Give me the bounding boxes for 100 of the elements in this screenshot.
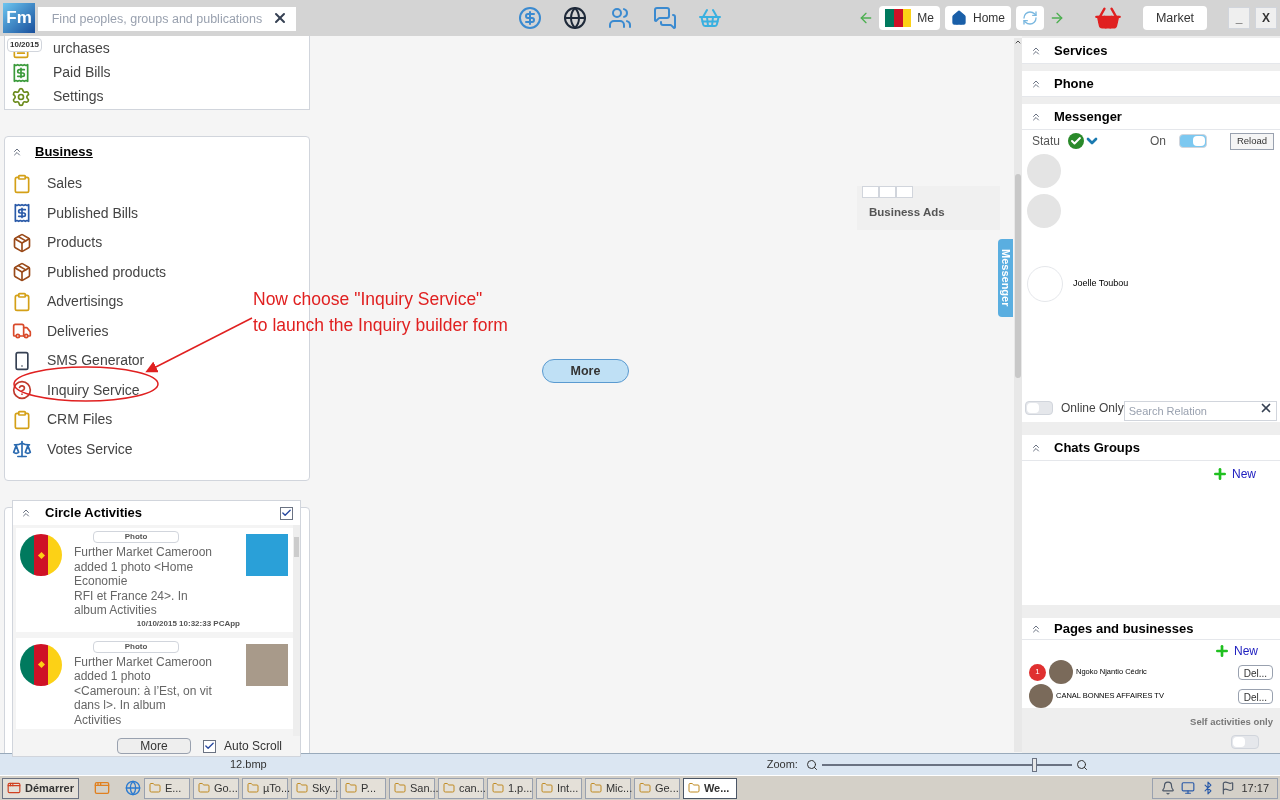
settings-icon bbox=[11, 86, 31, 107]
delete-button[interactable]: Del... bbox=[1237, 664, 1273, 680]
phone-icon bbox=[12, 350, 32, 371]
taskbar-button[interactable]: Mic... bbox=[584, 777, 631, 799]
file-name: 12.bmp bbox=[230, 757, 267, 773]
photo-placeholder bbox=[1029, 684, 1053, 708]
app-icon bbox=[687, 782, 700, 794]
post-time: 10/10/2015 10:32:33 PCApp bbox=[136, 617, 240, 630]
sync-button[interactable] bbox=[1016, 6, 1044, 30]
business-menu-item[interactable]: Inquiry Service bbox=[47, 379, 140, 401]
app-icon bbox=[589, 782, 602, 794]
nav-button[interactable]: Me bbox=[879, 6, 940, 30]
app-icon bbox=[148, 782, 161, 794]
status-toggle[interactable] bbox=[1179, 134, 1208, 148]
menu-item[interactable]: Settings bbox=[53, 86, 104, 107]
forward-arrow-icon[interactable] bbox=[1049, 10, 1065, 26]
bill-icon bbox=[11, 62, 31, 83]
post-text: Further Market Cameroon added 1 photo <Home Economie RFI et France 24>. In album Activities bbox=[74, 545, 214, 618]
auto-scroll-checkbox[interactable] bbox=[203, 739, 216, 753]
new-group-link[interactable]: New bbox=[1212, 465, 1256, 483]
scroll-up-icon[interactable] bbox=[1014, 38, 1022, 46]
taskbar-button[interactable]: Ge... bbox=[633, 777, 680, 799]
menu-item[interactable]: urchases bbox=[53, 38, 110, 59]
check-icon[interactable] bbox=[1068, 133, 1085, 149]
app-icon bbox=[540, 782, 553, 794]
taskbar-button[interactable]: E... bbox=[143, 777, 190, 799]
taskbar-button[interactable]: µTo... bbox=[241, 777, 288, 799]
online-only-toggle[interactable] bbox=[1025, 401, 1053, 415]
relation-search-field[interactable]: Search Relation bbox=[1123, 401, 1277, 421]
reload-button[interactable]: Reload bbox=[1229, 132, 1274, 150]
flag-avatar bbox=[20, 534, 62, 576]
search-field[interactable]: Find peoples, groups and publications bbox=[38, 7, 296, 31]
taskbar-button[interactable]: Sky... bbox=[290, 777, 337, 799]
taskbar-button[interactable]: Int... bbox=[535, 777, 582, 799]
section-title: Circle Activities bbox=[45, 504, 143, 523]
date-badge: 10/2015 bbox=[7, 38, 42, 52]
menu-item[interactable]: Paid Bills bbox=[53, 62, 111, 83]
section-title: Pages and businesses bbox=[1054, 619, 1194, 638]
post-tag: Photo bbox=[93, 640, 179, 653]
scrollbar-thumb[interactable] bbox=[294, 537, 299, 557]
box-icon bbox=[12, 232, 32, 253]
nav-button[interactable]: Home bbox=[945, 6, 1011, 30]
tray-icon[interactable] bbox=[1181, 781, 1196, 795]
checkbox[interactable] bbox=[280, 506, 293, 520]
scrollbar-thumb[interactable] bbox=[1015, 174, 1021, 378]
contact-name[interactable]: Joelle Toubou bbox=[1073, 277, 1129, 291]
online-only-label: Online Only bbox=[1061, 400, 1124, 417]
app-icon bbox=[246, 782, 259, 794]
collapse-icon[interactable] bbox=[20, 507, 32, 519]
app-icon bbox=[491, 782, 504, 794]
scale-icon bbox=[12, 439, 32, 460]
quicklaunch-icon[interactable] bbox=[93, 780, 110, 796]
taskbar-button[interactable]: We... bbox=[682, 777, 737, 799]
window-button[interactable]: X bbox=[1255, 7, 1277, 29]
business-menu-item[interactable]: Advertisings bbox=[47, 291, 124, 313]
box-icon bbox=[12, 262, 32, 283]
section-title[interactable]: Business bbox=[35, 142, 93, 162]
coin-icon[interactable] bbox=[518, 6, 542, 30]
section-title: Chats Groups bbox=[1054, 438, 1140, 457]
clear-icon[interactable] bbox=[1259, 401, 1273, 415]
business-menu-item[interactable]: Deliveries bbox=[47, 320, 109, 342]
app-icon bbox=[344, 782, 357, 794]
plus-icon bbox=[1214, 643, 1230, 659]
more-button[interactable]: More bbox=[117, 738, 191, 754]
clipboard-icon bbox=[12, 409, 32, 430]
app-icon bbox=[393, 782, 406, 794]
business-menu-item[interactable]: Votes Service bbox=[47, 438, 133, 460]
home-icon bbox=[951, 10, 967, 26]
business-menu-item[interactable]: Published products bbox=[47, 261, 167, 283]
notification-badge: 1 bbox=[1029, 663, 1046, 681]
collapse-icon[interactable] bbox=[11, 146, 23, 158]
tray-icon[interactable] bbox=[1161, 781, 1176, 795]
market-button[interactable]: Market bbox=[1143, 6, 1207, 30]
business-menu-item[interactable]: CRM Files bbox=[47, 409, 113, 431]
delete-button[interactable]: Del... bbox=[1237, 688, 1273, 704]
window-button[interactable]: _ bbox=[1228, 7, 1250, 29]
business-menu-item[interactable]: Products bbox=[47, 232, 103, 254]
start-button[interactable]: Démarrer bbox=[2, 777, 79, 799]
new-page-link[interactable]: New bbox=[1214, 642, 1258, 660]
business-menu-item[interactable]: SMS Generator bbox=[47, 350, 145, 372]
more-button[interactable]: More bbox=[542, 359, 629, 383]
clear-icon[interactable] bbox=[272, 10, 288, 26]
taskbar-button[interactable]: can... bbox=[437, 777, 484, 799]
flag-icon[interactable] bbox=[1221, 781, 1236, 795]
chat-icon[interactable] bbox=[653, 6, 677, 30]
zoom-slider-thumb[interactable] bbox=[1032, 757, 1038, 772]
app-icon bbox=[442, 782, 455, 794]
on-label: On bbox=[1150, 133, 1167, 150]
taskbar-button[interactable]: 1.p... bbox=[486, 777, 533, 799]
taskbar-button[interactable]: Go... bbox=[192, 777, 239, 799]
business-ads-label: Business Ads bbox=[869, 205, 946, 220]
browser-icon[interactable] bbox=[124, 780, 141, 796]
zoom-in-icon[interactable] bbox=[1075, 758, 1088, 771]
taskbar-button[interactable]: P... bbox=[339, 777, 386, 799]
business-menu-item[interactable]: Sales bbox=[47, 173, 83, 195]
self-activities-toggle[interactable] bbox=[1231, 735, 1259, 750]
business-menu-item[interactable]: Published Bills bbox=[47, 202, 139, 224]
people-icon[interactable] bbox=[608, 6, 632, 30]
zoom-out-icon[interactable] bbox=[805, 758, 818, 771]
globe-icon[interactable] bbox=[563, 6, 587, 30]
